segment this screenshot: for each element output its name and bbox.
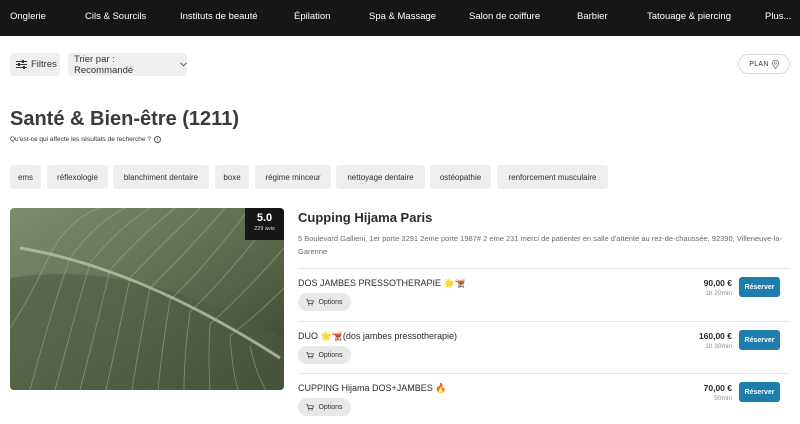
sort-label: Trier par : Recommandé (74, 53, 134, 76)
service-row: DOS JAMBES PRESSOTHERAPIE 🌟🫕 Options 90,… (298, 268, 790, 320)
cart-icon (306, 298, 315, 306)
salon-photo[interactable] (10, 208, 284, 390)
cart-icon (306, 403, 315, 411)
service-name: CUPPING Hijama DOS+JAMBES 🔥 (298, 383, 447, 393)
service-row: CUPPING Hijama DOS+JAMBES 🔥 Options 70,0… (298, 373, 790, 424)
service-row: DUO 🌟🫕(dos jambes pressotherapie) Option… (298, 321, 790, 373)
options-button[interactable]: Options (298, 293, 351, 311)
search-results-info[interactable]: Qu'est-ce qui affecte les résultats de r… (10, 136, 161, 143)
service-price: 160,00 € (698, 331, 732, 341)
service-name: DOS JAMBES PRESSOTHERAPIE 🌟🫕 (298, 278, 466, 288)
book-button[interactable]: Réserver (739, 277, 780, 297)
nav-item-instituts[interactable]: Instituts de beauté (180, 11, 258, 22)
tag-renforcement-musculaire[interactable]: renforcement musculaire (497, 165, 608, 189)
nav-item-more[interactable]: Plus... (765, 11, 791, 22)
tag-regime-minceur[interactable]: régime minceur (255, 165, 331, 189)
options-button[interactable]: Options (298, 346, 351, 364)
cart-icon (306, 351, 315, 359)
book-button[interactable]: Réserver (739, 382, 780, 402)
filters-button[interactable]: Filtres (10, 53, 60, 76)
tag-reflexologie[interactable]: réflexologie (47, 165, 108, 189)
search-results-info-text: Qu'est-ce qui affecte les résultats de r… (10, 136, 151, 143)
tag-blanchiment-dentaire[interactable]: blanchiment dentaire (113, 165, 209, 189)
map-pin-icon (771, 59, 779, 69)
filters-label: Filtres (31, 59, 57, 70)
service-price: 90,00 € (703, 278, 732, 288)
options-label: Options (318, 351, 343, 359)
rating-badge: 5.0 229 avis (245, 208, 284, 240)
tag-osteopathie[interactable]: ostéopathie (430, 165, 491, 189)
nav-item-barbier[interactable]: Barbier (577, 11, 608, 22)
sliders-icon (16, 60, 27, 69)
chevron-down-icon (180, 60, 187, 69)
nav-item-cils-sourcils[interactable]: Cils & Sourcils (85, 11, 146, 22)
tag-nettoyage-dentaire[interactable]: nettoyage dentaire (336, 165, 425, 189)
options-label: Options (318, 403, 343, 411)
tag-boxe[interactable]: boxe (215, 165, 249, 189)
options-label: Options (318, 298, 343, 306)
map-button[interactable]: PLAN (738, 54, 790, 74)
nav-item-spa-massage[interactable]: Spa & Massage (369, 11, 436, 22)
info-icon: i (153, 136, 161, 143)
nav-item-onglerie[interactable]: Onglerie (10, 11, 46, 22)
nav-item-tatouage[interactable]: Tatouage & piercing (647, 11, 731, 22)
service-price: 70,00 € (703, 383, 732, 393)
service-name: DUO 🌟🫕(dos jambes pressotherapie) (298, 331, 457, 341)
salon-address: 5 Boulevard Gallieni, 1er porte 3291 2em… (298, 234, 783, 256)
nav-item-epilation[interactable]: Épilation (294, 11, 330, 22)
map-label: PLAN (749, 60, 769, 68)
nav-item-coiffure[interactable]: Salon de coiffure (469, 11, 540, 22)
service-duration: 1h 30min (705, 343, 732, 350)
tag-ems[interactable]: ems (10, 165, 41, 189)
category-nav: Onglerie Cils & Sourcils Instituts de be… (0, 0, 800, 36)
service-duration: 1h 20min (705, 290, 732, 297)
sort-dropdown[interactable]: Trier par : Recommandé (68, 53, 187, 76)
service-duration: 50min (714, 395, 732, 402)
rating-score: 5.0 (256, 212, 273, 224)
book-button[interactable]: Réserver (739, 330, 780, 350)
salon-name[interactable]: Cupping Hijama Paris (298, 210, 432, 225)
options-button[interactable]: Options (298, 398, 351, 416)
page-title: Santé & Bien-être (1211) (10, 108, 239, 130)
review-count: 229 avis (254, 226, 275, 232)
